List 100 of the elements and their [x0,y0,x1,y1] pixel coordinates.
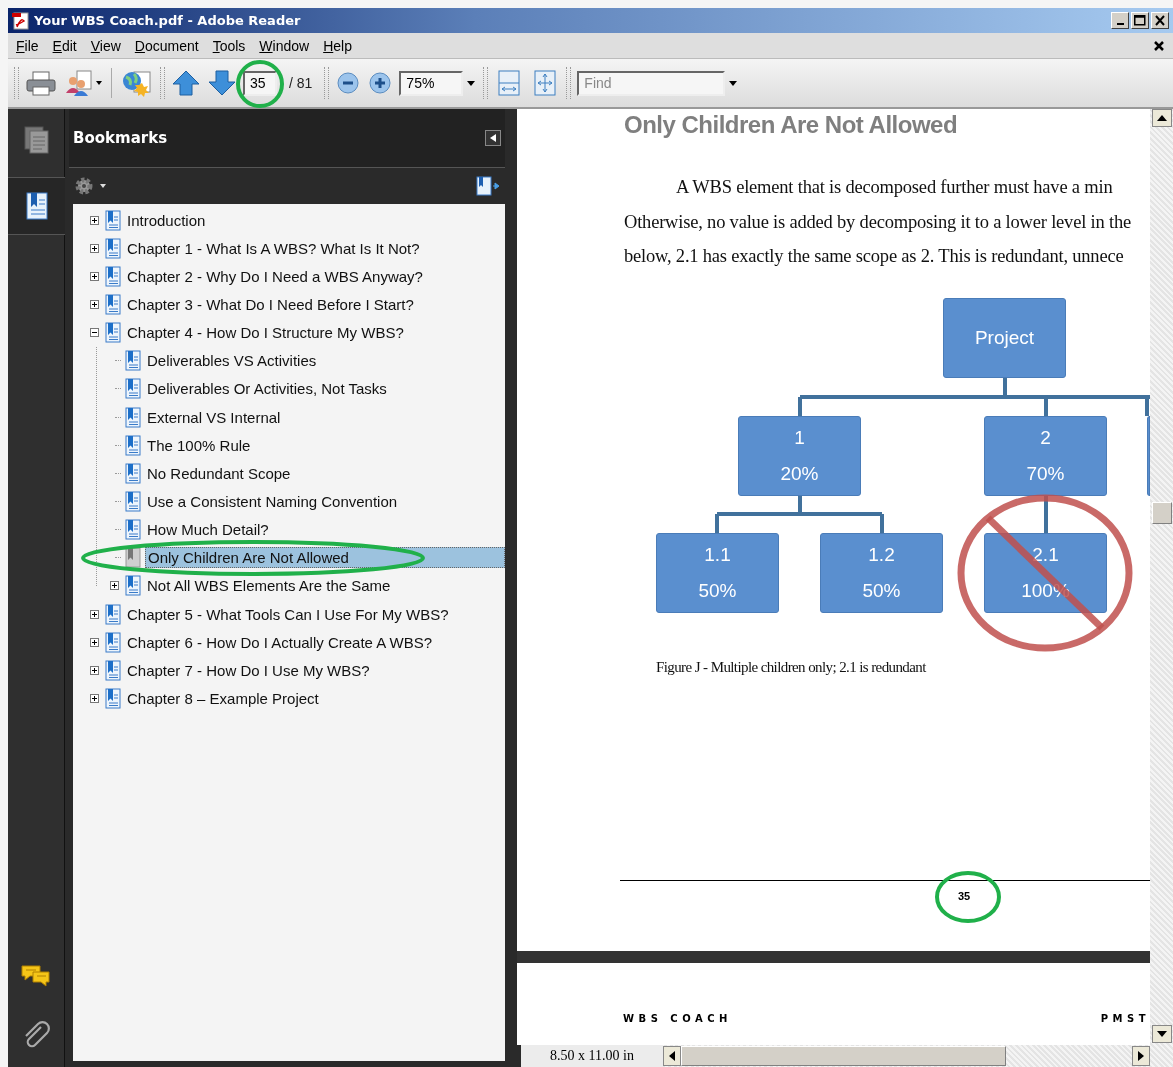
menu-item[interactable]: Document [134,37,199,54]
bookmark-item[interactable]: Use a Consistent Naming Convention [145,491,400,511]
minimize-button[interactable] [1111,12,1129,29]
box-percent: 20% [780,463,819,485]
box-label: 1.2 [868,544,895,566]
caret-icon [467,80,476,86]
bookmark-icon [125,490,141,512]
paragraph-line: A WBS element that is decomposed further must have a min [675,177,1114,199]
globe-icon[interactable] [120,69,154,97]
close-document-button[interactable] [1153,39,1165,52]
bookmark-item[interactable]: Deliverables VS Activities [145,351,319,371]
scroll-right-icon [1132,1046,1150,1066]
arrow-down-icon[interactable] [207,69,237,97]
bookmark-item[interactable]: Chapter 1 - What Is A WBS? What Is It Not? [125,238,422,258]
box-percent: 50% [862,580,901,602]
menu-item[interactable]: Edit [52,37,77,54]
print-icon[interactable] [25,69,57,97]
collapse-toggle[interactable] [89,328,99,338]
close-button[interactable] [1151,12,1169,29]
bookmark-icon [125,547,141,569]
bookmark-item[interactable]: How Much Detail? [145,520,271,540]
bookmark-item[interactable]: No Redundant Scope [145,463,293,483]
expand-toggle[interactable] [89,609,99,619]
close-icon [1153,39,1165,52]
bookmark-item[interactable]: Chapter 6 - How Do I Actually Create A WBS? [125,632,435,652]
bookmark-icon [125,434,141,456]
bookmark-icon [125,350,141,372]
bookmark-item[interactable]: Chapter 7 - How Do I Use My WBS? [125,660,372,680]
page-number-field[interactable]: 35 [243,70,277,96]
find-field[interactable]: Find [577,70,726,96]
box-label: 2.1 [1032,544,1059,566]
bookmark-item[interactable]: Chapter 3 - What Do I Need Before I Start? [125,295,416,314]
caret-icon [729,80,738,86]
bookmark-icon [105,631,121,653]
bookmark-icon [105,322,121,344]
scroll-down-icon [1151,1025,1172,1043]
box-label: 1 [794,427,805,449]
box-label: Project [974,327,1035,349]
scroll-up-icon [1151,109,1172,127]
bookmark-icon [125,575,141,597]
page-number: 35 [958,889,971,902]
expand-toggle[interactable] [109,581,119,591]
menu-item[interactable]: Help [323,37,352,54]
dropdown-button[interactable] [727,80,740,86]
expand-toggle[interactable] [89,271,99,281]
expand-toggle[interactable] [89,693,99,703]
bookmark-item[interactable]: External VS Internal [145,407,283,427]
expand-toggle[interactable] [89,243,99,253]
bookmark-icon [105,294,121,315]
menu-item[interactable]: Tools [212,37,246,54]
bookmark-arrow-icon [475,175,501,197]
bookmark-item[interactable]: Introduction [125,210,208,230]
window-title: Your WBS Coach.pdf - Adobe Reader [34,13,302,28]
bookmark-icon [105,237,121,259]
caret-icon [490,134,496,142]
dropdown-button[interactable] [465,80,478,86]
navigation-tab[interactable] [8,177,65,235]
expand-toggle[interactable] [89,637,99,647]
bookmark-icon [105,265,121,287]
bookmark-item[interactable]: Chapter 5 - What Tools Can I Use For My WBS? [125,604,451,624]
bookmark-item[interactable]: Deliverables Or Activities, Not Tasks [145,379,389,399]
bookmark-item[interactable]: Chapter 8 – Example Project [125,688,321,708]
options-button[interactable] [73,175,107,197]
maximize-icon [1134,15,1146,26]
bookmark-icon [105,659,121,681]
page-header-text: PMST [1100,1013,1150,1024]
menu-item[interactable]: View [90,37,121,54]
maximize-button[interactable] [1131,12,1149,29]
collapse-panel-button[interactable] [485,130,501,146]
page-count: / 81 [289,75,313,91]
expand-toggle[interactable] [89,215,99,225]
expand-toggle[interactable] [89,300,99,309]
close-icon [1155,15,1165,26]
bookmark-item[interactable]: Not All WBS Elements Are the Same [145,576,393,596]
expand-toggle[interactable] [89,665,99,675]
expand-bookmark-button[interactable] [475,175,501,197]
vertical-scrollbar[interactable] [1150,109,1173,1067]
panel-title: Bookmarks [73,129,168,147]
menu-item[interactable]: Window [259,37,310,54]
zoom-field[interactable]: 75% [399,70,464,96]
zoom-out-icon[interactable] [335,69,362,97]
bookmark-item[interactable]: Chapter 4 - How Do I Structure My WBS? [125,323,406,343]
arrow-up-icon[interactable] [171,69,201,97]
menu-item[interactable]: File [16,37,39,54]
page-header-text: WBS COACH [623,1013,732,1024]
scrollbar-thumb[interactable] [681,1046,1006,1066]
bookmark-item[interactable]: The 100% Rule [145,435,253,455]
horizontal-scrollbar[interactable] [663,1045,1150,1067]
minimize-icon [1116,23,1124,25]
page-heading: Only Children Are Not Allowed [624,111,959,139]
box-label: 2 [1040,427,1051,449]
bookmark-icon [125,519,141,541]
people-icon[interactable] [63,69,103,97]
scrollbar-thumb[interactable] [1151,502,1172,524]
box-percent: 50% [698,580,737,602]
bookmark-item[interactable]: Only Children Are Not Allowed [145,547,505,569]
bookmark-icon [105,209,121,231]
bookmark-icon [125,462,141,484]
bookmark-item[interactable]: Chapter 2 - Why Do I Need a WBS Anyway? [125,266,425,286]
zoom-in-icon[interactable] [367,69,394,97]
